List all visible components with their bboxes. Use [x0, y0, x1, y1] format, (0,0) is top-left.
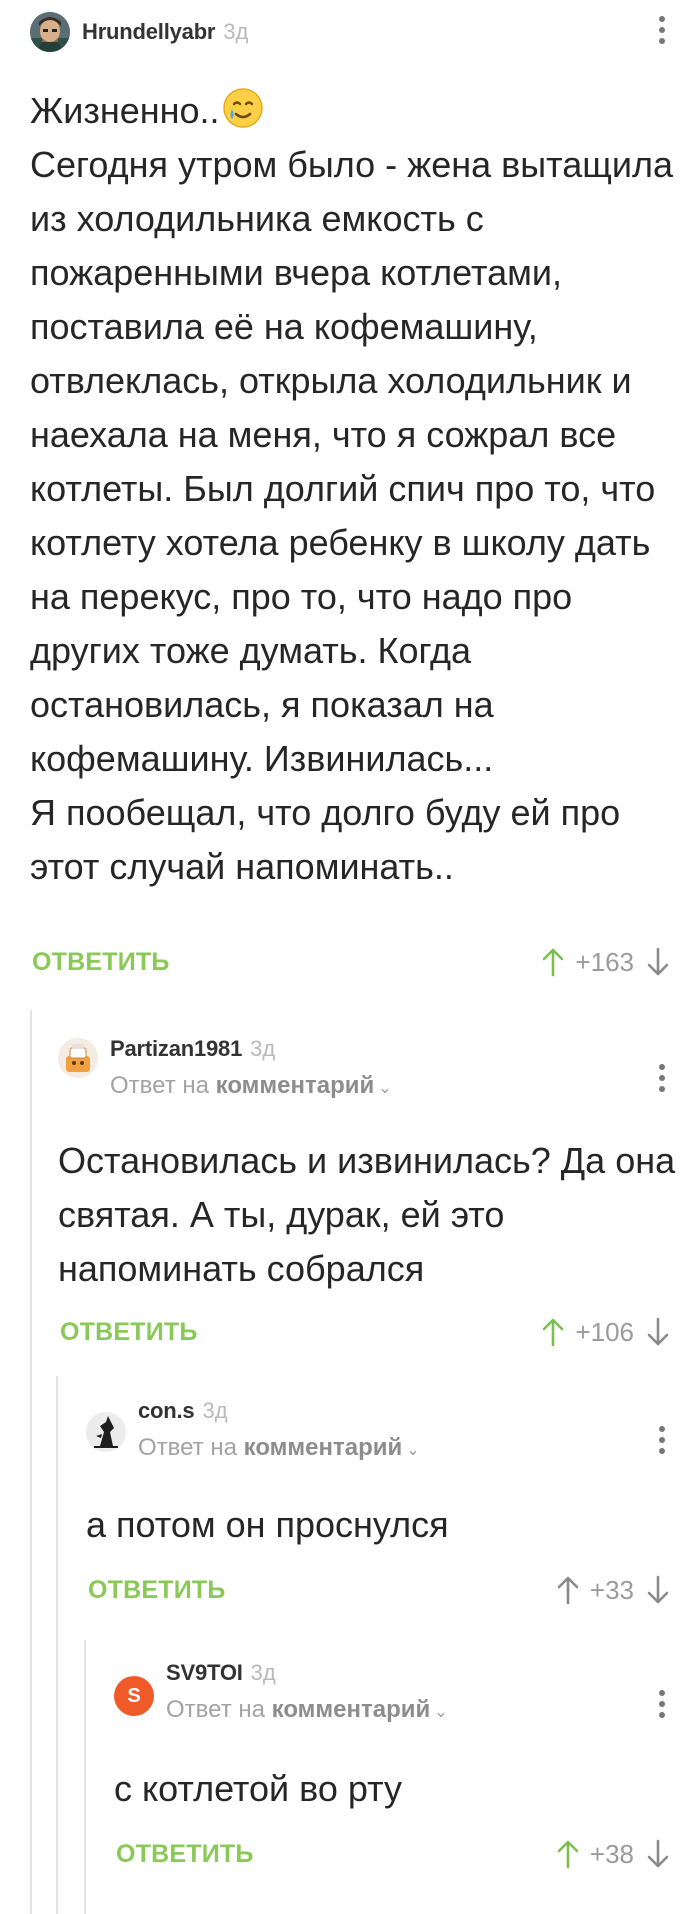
user-avatar[interactable]	[58, 1038, 98, 1078]
reply-button[interactable]: ОТВЕТИТЬ	[116, 1840, 254, 1869]
letter-s-avatar[interactable]: S	[114, 1676, 154, 1716]
comment-header: con.s 3д Ответ на комментарий ⌄	[86, 1376, 420, 1472]
reply-to-link[interactable]: Ответ на комментарий ⌄	[110, 1072, 392, 1100]
vote-controls: +38	[554, 1834, 672, 1874]
chevron-down-icon: ⌄	[406, 1442, 420, 1459]
user-avatar[interactable]	[86, 1412, 126, 1452]
vote-score: +33	[589, 1574, 634, 1605]
chevron-down-icon: ⌄	[434, 1704, 448, 1721]
upvote-arrow-icon[interactable]	[554, 1836, 582, 1872]
upvote-arrow-icon[interactable]	[554, 1572, 582, 1608]
vote-score: +163	[575, 946, 634, 977]
vote-controls: +33	[554, 1570, 672, 1610]
more-options-icon[interactable]	[652, 1684, 672, 1724]
comment-meta: Partizan1981 3д Ответ на комментарий ⌄	[110, 1036, 392, 1100]
comment-text: а потом он проснулся	[86, 1504, 449, 1545]
username[interactable]: Partizan1981	[110, 1036, 242, 1062]
reply-to-prefix: Ответ на	[110, 1072, 209, 1099]
comment-time: 3д	[250, 1660, 276, 1685]
username[interactable]: con.s	[138, 1398, 195, 1424]
more-options-icon[interactable]	[652, 10, 672, 50]
comment-4: S SV9TOI 3д Ответ на комментарий ⌄ с котл…	[0, 1640, 700, 1914]
downvote-arrow-icon[interactable]	[644, 1572, 672, 1608]
reply-to-prefix: Ответ на	[166, 1696, 265, 1723]
more-options-icon[interactable]	[652, 1420, 672, 1460]
comment-footer: ОТВЕТИТЬ +38	[116, 1834, 672, 1874]
comment-footer: ОТВЕТИТЬ +106	[60, 1312, 672, 1352]
comment-header: Partizan1981 3д Ответ на комментарий ⌄	[58, 1010, 392, 1106]
comment-meta: SV9TOI 3д Ответ на комментарий ⌄	[166, 1660, 448, 1724]
username[interactable]: Hrundellyabr	[82, 19, 215, 45]
user-row: Hrundellyabr 3д	[82, 19, 248, 45]
comment-time: 3д	[202, 1398, 228, 1423]
reply-button[interactable]: ОТВЕТИТЬ	[88, 1576, 226, 1605]
reply-button[interactable]: ОТВЕТИТЬ	[32, 948, 170, 977]
reply-to-target: комментарий	[243, 1434, 403, 1461]
comment-meta: Hrundellyabr 3д	[82, 19, 248, 45]
vote-score: +38	[589, 1838, 634, 1869]
comment-text: Остановилась и извинилась? Да она святая…	[58, 1140, 676, 1289]
comment-time: 3д	[223, 19, 249, 44]
chevron-down-icon: ⌄	[378, 1080, 392, 1097]
user-row: SV9TOI 3д	[166, 1660, 448, 1686]
downvote-arrow-icon[interactable]	[644, 1314, 672, 1350]
downvote-arrow-icon[interactable]	[644, 944, 672, 980]
reply-to-target: комментарий	[215, 1072, 375, 1099]
comment-text-lead: Жизненно..	[30, 90, 220, 131]
vote-score: +106	[575, 1316, 634, 1347]
comment-header: S SV9TOI 3д Ответ на комментарий ⌄	[114, 1640, 448, 1736]
comment-2: Partizan1981 3д Ответ на комментарий ⌄ Ос…	[0, 1010, 700, 1370]
reply-button[interactable]: ОТВЕТИТЬ	[60, 1318, 198, 1347]
comment-footer: ОТВЕТИТЬ +33	[88, 1570, 672, 1610]
user-row: Partizan1981 3д	[110, 1036, 392, 1062]
comment-header: Hrundellyabr 3д	[30, 10, 248, 54]
cartoon-figure-avatar-icon	[58, 1038, 98, 1078]
username[interactable]: SV9TOI	[166, 1660, 243, 1686]
user-row: con.s 3д	[138, 1398, 420, 1424]
more-options-icon[interactable]	[652, 1058, 672, 1098]
comment-footer: ОТВЕТИТЬ +163	[32, 942, 672, 982]
vote-controls: +106	[539, 1312, 672, 1352]
comment-text: Жизненно.. Сегодня утром было - жена выта…	[30, 84, 680, 894]
vote-controls: +163	[539, 942, 672, 982]
reply-to-link[interactable]: Ответ на комментарий ⌄	[138, 1434, 420, 1462]
silhouette-avatar-icon	[86, 1412, 126, 1452]
upvote-arrow-icon[interactable]	[539, 1314, 567, 1350]
reply-to-prefix: Ответ на	[138, 1434, 237, 1461]
comment-1: Hrundellyabr 3д Жизненно.. Сегодня утром …	[0, 0, 700, 980]
comment-meta: con.s 3д Ответ на комментарий ⌄	[138, 1398, 420, 1462]
comment-text: с котлетой во рту	[114, 1768, 402, 1809]
comment-time: 3д	[250, 1036, 276, 1061]
man-portrait-avatar-icon	[30, 12, 70, 52]
user-avatar[interactable]	[30, 12, 70, 52]
smiling-face-with-tear-emoji-icon	[222, 88, 263, 128]
avatar-letter: S	[127, 1684, 141, 1707]
reply-to-target: комментарий	[271, 1696, 431, 1723]
reply-to-link[interactable]: Ответ на комментарий ⌄	[166, 1696, 448, 1724]
comment-3: con.s 3д Ответ на комментарий ⌄ а потом о…	[0, 1376, 700, 1632]
downvote-arrow-icon[interactable]	[644, 1836, 672, 1872]
comment-text-body: Сегодня утром было - жена вытащила из хо…	[30, 144, 674, 887]
upvote-arrow-icon[interactable]	[539, 944, 567, 980]
